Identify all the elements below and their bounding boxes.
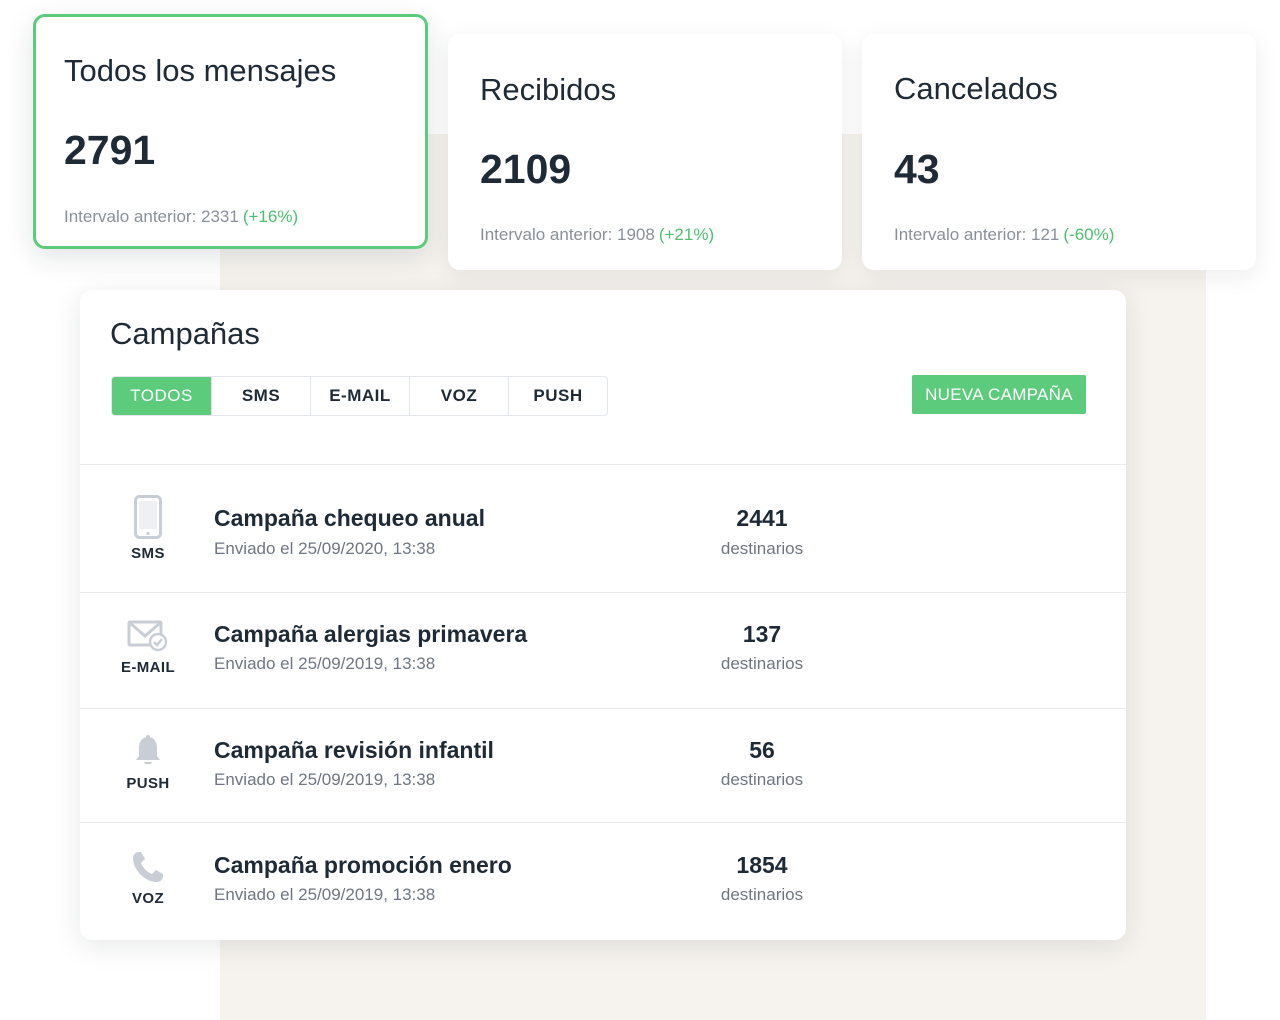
- campaign-filter-tabs: TODOS SMS E-MAIL VOZ PUSH: [111, 376, 608, 416]
- stat-previous-text: Intervalo anterior: 1908: [480, 225, 655, 244]
- stat-previous-text: Intervalo anterior: 2331: [64, 207, 239, 226]
- campaign-row[interactable]: E-MAIL Campaña alergias primavera Enviad…: [80, 592, 1126, 708]
- stat-previous: Intervalo anterior: 2331 (+16%): [64, 207, 298, 227]
- row-channel: PUSH: [110, 709, 186, 824]
- recipient-label: destinarios: [720, 885, 804, 904]
- campaigns-panel: Campañas TODOS SMS E-MAIL VOZ PUSH NUEVA…: [80, 290, 1126, 940]
- stat-title: Cancelados: [894, 71, 1058, 106]
- campaign-date: Enviado el 25/09/2020, 13:38: [214, 539, 436, 558]
- campaign-name: Campaña chequeo anual: [214, 505, 485, 531]
- stat-change: (+21%): [658, 225, 715, 244]
- mail-check-icon: [127, 620, 168, 652]
- handset-icon: [133, 852, 163, 882]
- stat-previous-text: Intervalo anterior: 121: [894, 225, 1060, 244]
- tab-push[interactable]: PUSH: [508, 377, 607, 415]
- recipient-count: 137: [742, 621, 782, 647]
- campaign-date: Enviado el 25/09/2019, 13:38: [214, 885, 436, 904]
- tab-todos[interactable]: TODOS: [112, 377, 211, 415]
- row-type-label: VOZ: [131, 890, 165, 907]
- stat-value: 43: [894, 146, 940, 192]
- campaign-row[interactable]: VOZ Campaña promoción enero Enviado el 2…: [80, 822, 1126, 940]
- bell-icon: [136, 735, 160, 765]
- campaign-date: Enviado el 25/09/2019, 13:38: [214, 654, 436, 673]
- campaign-row[interactable]: PUSH Campaña revisión infantil Enviado e…: [80, 708, 1126, 822]
- campaign-date: Enviado el 25/09/2019, 13:38: [214, 770, 436, 789]
- row-type-label: SMS: [131, 545, 165, 562]
- row-channel: VOZ: [110, 823, 186, 938]
- stat-card-cancelled[interactable]: Cancelados 43 Intervalo anterior: 121 (-6…: [862, 34, 1256, 270]
- campaign-name: Campaña promoción enero: [214, 852, 512, 878]
- stat-title: Recibidos: [480, 72, 617, 107]
- stat-value: 2791: [64, 127, 156, 173]
- tab-voz[interactable]: VOZ: [409, 377, 508, 415]
- stat-card-received[interactable]: Recibidos 2109 Intervalo anterior: 1908(…: [448, 34, 842, 270]
- campaign-name: Campaña revisión infantil: [214, 737, 494, 763]
- tab-sms[interactable]: SMS: [211, 377, 310, 415]
- recipient-count: 1854: [736, 852, 788, 878]
- new-campaign-button[interactable]: NUEVA CAMPAÑA: [912, 375, 1086, 414]
- tab-email[interactable]: E-MAIL: [310, 377, 409, 415]
- phone-icon: [134, 495, 162, 539]
- row-type-label: PUSH: [126, 775, 170, 792]
- stat-previous: Intervalo anterior: 1908 (+21%): [480, 225, 714, 245]
- campaigns-title: Campañas: [110, 316, 260, 351]
- stat-previous: Intervalo anterior: 121 (-60%): [894, 225, 1114, 245]
- row-channel: SMS: [110, 465, 186, 580]
- row-channel: E-MAIL: [110, 593, 186, 708]
- recipient-count: 56: [749, 737, 775, 763]
- campaign-row[interactable]: SMS Campaña chequeo anual Enviado el 25/…: [80, 464, 1126, 579]
- row-type-label: E-MAIL: [120, 659, 176, 676]
- stat-card-all-messages[interactable]: Todos los mensajes 2791 Intervalo anteri…: [33, 14, 428, 249]
- stat-title: Todos los mensajes: [64, 53, 337, 88]
- stat-change: (-60%): [1063, 225, 1115, 244]
- recipient-label: destinarios: [720, 654, 804, 673]
- stat-value: 2109: [480, 146, 572, 192]
- recipient-label: destinarios: [720, 770, 804, 789]
- stat-change: (+16%): [242, 207, 299, 226]
- recipient-label: destinarios: [720, 539, 804, 558]
- recipient-count: 2441: [736, 505, 788, 531]
- campaign-name: Campaña alergias primavera: [214, 621, 528, 647]
